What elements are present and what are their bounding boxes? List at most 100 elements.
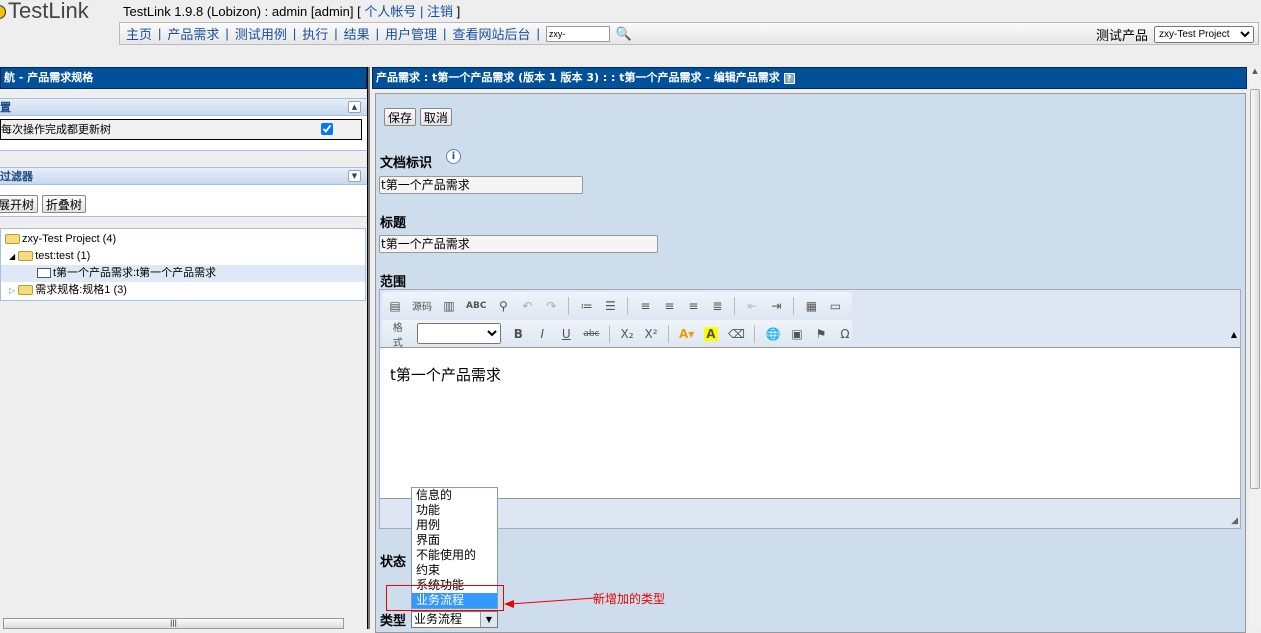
nav-results[interactable]: 结果 (344, 24, 370, 43)
annotation-text: 新增加的类型 (593, 592, 666, 606)
tree-node-requirement[interactable]: t第一个产品需求:t第一个产品需求 (1, 265, 365, 282)
nav-home[interactable]: 主页 (126, 24, 152, 43)
project-label: 测试产品 (1095, 28, 1148, 43)
folder-icon (18, 285, 34, 296)
search-icon[interactable]: 🔍 (616, 26, 632, 42)
cancel-button[interactable]: 取消 (419, 108, 452, 126)
info-icon[interactable]: i (446, 149, 461, 164)
save-button[interactable]: 保存 (384, 108, 417, 126)
type-select[interactable]: 业务流程 ▼ (411, 611, 498, 628)
justify-icon[interactable]: ≣ (710, 299, 724, 313)
find-icon[interactable]: ⚲ (496, 299, 510, 313)
left-panel-header: 航 - 产品需求规格 (0, 67, 367, 89)
refresh-tree-checkbox[interactable] (321, 123, 333, 135)
nav-users[interactable]: 用户管理 (385, 24, 437, 43)
tree-node-spec2[interactable]: ▷ 需求规格:规格1 (3) (1, 282, 365, 299)
right-panel-header: 产品需求 : t第一个产品需求 (版本 1 版本 3) : : t第一个产品需求… (372, 67, 1247, 89)
text-color-icon[interactable]: A▾ (679, 327, 694, 341)
bg-color-icon[interactable]: A (703, 326, 718, 341)
link-icon[interactable]: 🌐 (765, 327, 780, 341)
type-option[interactable]: 功能 (412, 503, 497, 518)
help-icon[interactable]: ? (783, 73, 795, 84)
status-label: 状态 (380, 555, 407, 570)
spellcheck-icon[interactable]: ABC (466, 301, 486, 311)
folder-icon (18, 251, 34, 262)
logout-link[interactable]: 注销 (427, 4, 453, 19)
align-center-icon[interactable]: ≡ (662, 299, 676, 313)
tree-node-spec[interactable]: ◢ test:test (1) (1, 248, 365, 265)
testlink-logo: TestLink (0, 0, 89, 24)
chevron-down-icon[interactable]: ▼ (480, 612, 497, 627)
scope-label: 范围 (380, 275, 407, 290)
eraser-icon[interactable]: ⌫ (728, 327, 745, 341)
search-input[interactable] (545, 25, 610, 42)
vertical-scrollbar[interactable]: ▲ (1249, 67, 1261, 629)
undo-icon[interactable]: ↶ (520, 299, 534, 313)
type-option[interactable]: 不能使用的 (412, 548, 497, 563)
nav-admin[interactable]: 查看网站后台 (452, 24, 530, 43)
settings-row: 每次操作完成都更新树 (0, 119, 362, 140)
indent-icon[interactable]: ⇥ (769, 299, 783, 313)
align-right-icon[interactable]: ≡ (686, 299, 700, 313)
nav-testcases[interactable]: 测试用例 (235, 24, 287, 43)
editor-content[interactable]: t第一个产品需求 (380, 347, 1240, 499)
expand-tree-button[interactable]: 展开树 (0, 195, 39, 213)
anchor-icon[interactable]: ⚑ (814, 327, 828, 341)
top-nav: 主页| 产品需求| 测试用例| 执行| 结果| 用户管理| 查看网站后台| 🔍 … (119, 22, 1259, 45)
edit-requirement-form: 保存 取消 文档标识 i t第一个产品需求 标题 t第一个产品需求 范围 ▤ 源码… (375, 93, 1246, 633)
strikethrough-icon[interactable]: abc (583, 329, 599, 339)
docid-label: 文档标识 (380, 156, 433, 171)
project-select[interactable]: zxy-Test Project (1154, 26, 1254, 43)
tree-node-project[interactable]: zxy-Test Project (4) (1, 231, 365, 248)
format-label: 格式 (392, 322, 403, 349)
scrollbar-thumb[interactable] (1250, 89, 1260, 489)
source-icon[interactable]: ▤ (388, 299, 402, 313)
expand-icon[interactable]: ▼ (348, 170, 361, 182)
type-option[interactable]: 用例 (412, 518, 497, 533)
title-label: 标题 (380, 216, 407, 231)
docid-input[interactable]: t第一个产品需求 (379, 176, 583, 194)
underline-icon[interactable]: U (559, 327, 573, 341)
nav-requirements[interactable]: 产品需求 (167, 24, 219, 43)
horizontal-rule-icon[interactable]: ▭ (828, 299, 842, 313)
annotation-box (386, 585, 504, 611)
horizontal-scrollbar[interactable]: ||| (3, 618, 344, 629)
outdent-icon[interactable]: ⇤ (745, 299, 759, 313)
bulleted-list-icon[interactable]: ☰ (603, 299, 617, 313)
table-icon[interactable]: ▦ (804, 299, 818, 313)
resize-handle[interactable]: ◢ (1231, 516, 1238, 526)
bold-icon[interactable]: B (511, 327, 525, 341)
collapse-icon[interactable]: ▲ (348, 101, 361, 113)
paste-icon[interactable]: ▥ (442, 299, 456, 313)
annotation-arrow (504, 597, 596, 608)
requirement-tree: zxy-Test Project (4) ◢ test:test (1) t第一… (0, 228, 366, 301)
image-icon[interactable]: ▣ (790, 327, 804, 341)
redo-icon[interactable]: ↷ (544, 299, 558, 313)
subscript-icon[interactable]: X₂ (620, 327, 634, 341)
title-input[interactable]: t第一个产品需求 (379, 235, 658, 253)
folder-icon (5, 234, 20, 245)
panel-divider[interactable] (367, 67, 370, 629)
format-select[interactable] (417, 323, 502, 344)
editor-toolbar-2: 格式 B I Uabc X₂ X² A▾ A ⌫ 🌐 ▣ ⚑ Ω (382, 320, 852, 349)
align-left-icon[interactable]: ≡ (638, 299, 652, 313)
rich-text-editor: ▤ 源码 ▥ ABC ⚲ ↶ ↷ ≔ ☰ ≡ ≡ ≡ ≣ ⇤ ⇥ ▦ ▭ 格式 B I Uabc X₂ X… (379, 289, 1241, 529)
nav-execute[interactable]: 执行 (302, 24, 328, 43)
superscript-icon[interactable]: X² (644, 327, 658, 341)
type-option[interactable]: 约束 (412, 563, 497, 578)
italic-icon[interactable]: I (535, 327, 549, 341)
settings-bar[interactable]: 置 ▲ (0, 98, 367, 116)
type-option[interactable]: 信息的 (412, 488, 497, 503)
filter-bar[interactable]: 过滤器 ▼ (0, 167, 367, 185)
account-link[interactable]: 个人帐号 (364, 4, 416, 19)
left-panel: 航 - 产品需求规格 置 ▲ 每次操作完成都更新树 过滤器 ▼ 展开树 折叠树 zx… (0, 67, 367, 629)
scroll-up-icon[interactable]: ▲ (1249, 67, 1261, 75)
special-char-icon[interactable]: Ω (838, 327, 852, 341)
type-label: 类型 (380, 614, 407, 629)
source-button[interactable]: 源码 (412, 298, 432, 313)
toolbar-collapse-icon[interactable]: ▲ (1231, 330, 1237, 339)
editor-toolbar-1: ▤ 源码 ▥ ABC ⚲ ↶ ↷ ≔ ☰ ≡ ≡ ≡ ≣ ⇤ ⇥ ▦ ▭ (382, 292, 852, 319)
type-option[interactable]: 界面 (412, 533, 497, 548)
numbered-list-icon[interactable]: ≔ (579, 299, 593, 313)
collapse-tree-button[interactable]: 折叠树 (41, 195, 86, 213)
